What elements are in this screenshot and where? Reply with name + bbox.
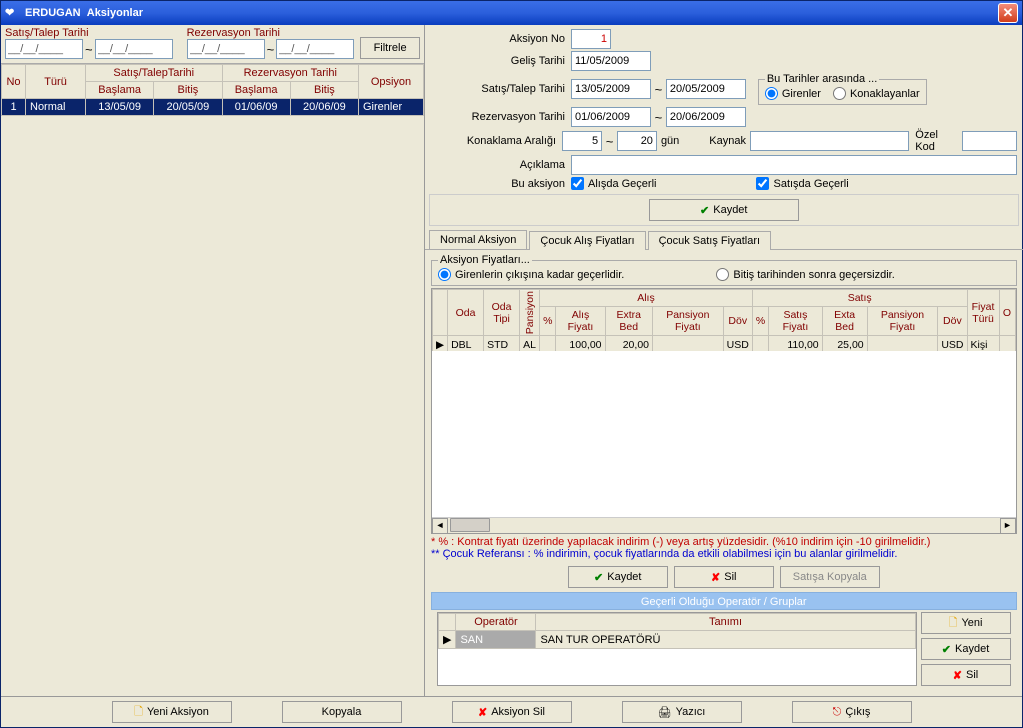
ozelkod-label: Özel Kod bbox=[915, 129, 957, 153]
aksiyon-list-grid[interactable]: No Türü Satış/TalepTarihi Rezervasyon Ta… bbox=[1, 63, 424, 116]
yazici-button[interactable]: 🖨Yazıcı bbox=[622, 701, 742, 723]
printer-icon: 🖨 bbox=[658, 706, 672, 719]
titlebar: ❤ ERDUGAN Aksiyonlar ✕ bbox=[1, 1, 1022, 25]
scroll-right-icon[interactable]: ► bbox=[1000, 518, 1016, 534]
gelis-date-field[interactable] bbox=[571, 51, 651, 71]
ozelkod-field[interactable] bbox=[962, 131, 1017, 151]
aciklama-label: Açıklama bbox=[431, 159, 571, 171]
app-name: ERDUGAN bbox=[25, 7, 81, 19]
tab-normal-aksiyon[interactable]: Normal Aksiyon bbox=[429, 230, 527, 249]
konaklama-max-field[interactable] bbox=[617, 131, 657, 151]
col-rezervtarih: Rezervasyon Tarihi bbox=[222, 65, 359, 82]
horizontal-scrollbar[interactable]: ◄ ► bbox=[432, 517, 1016, 533]
operator-row[interactable]: ▶ SAN SAN TUR OPERATÖRÜ bbox=[439, 631, 916, 649]
girenler-cikis-radio[interactable]: Girenlerin çıkışına kadar geçerlidir. bbox=[438, 268, 624, 281]
tab-cocuk-alis[interactable]: Çocuk Alış Fiyatları bbox=[529, 231, 645, 250]
col-no: No bbox=[2, 65, 26, 99]
scroll-left-icon[interactable]: ◄ bbox=[432, 518, 448, 534]
price-section-legend: Aksiyon Fiyatları... bbox=[438, 254, 532, 266]
rezerv-filter-label: Rezervasyon Tarihi bbox=[187, 27, 355, 39]
x-icon: ✘ bbox=[478, 706, 487, 719]
rezerv-label: Rezervasyon Tarihi bbox=[431, 111, 571, 123]
window-subtitle: Aksiyonlar bbox=[87, 7, 143, 19]
alista-checkbox[interactable]: Alışda Geçerli bbox=[571, 177, 656, 190]
satisa-kopyala-button[interactable]: Satışa Kopyala bbox=[780, 566, 880, 588]
bottom-toolbar: 🗋Yeni Aksiyon Kopyala ✘Aksiyon Sil 🖨Yazı… bbox=[1, 696, 1022, 727]
filtrele-button[interactable]: Filtrele bbox=[360, 37, 420, 59]
x-icon: ✘ bbox=[711, 571, 720, 584]
col-satistarih: Satış/TalepTarihi bbox=[86, 65, 223, 82]
konaklama-label: Konaklama Aralığı bbox=[431, 135, 562, 147]
x-icon: ✘ bbox=[953, 669, 962, 682]
check-icon: ✔ bbox=[942, 643, 951, 656]
yeni-aksiyon-button[interactable]: 🗋Yeni Aksiyon bbox=[112, 701, 232, 723]
aksiyon-sil-button[interactable]: ✘Aksiyon Sil bbox=[452, 701, 572, 723]
col-turu: Türü bbox=[26, 65, 86, 99]
cocuk-note: % indirimin, çocuk fiyatlarında da etkil… bbox=[534, 548, 898, 560]
girenler-radio[interactable]: Girenler bbox=[765, 87, 821, 100]
new-doc-icon: 🗋 bbox=[134, 703, 143, 722]
kaydet-price-button[interactable]: ✔Kaydet bbox=[568, 566, 668, 588]
rezerv-date-from[interactable] bbox=[187, 39, 265, 59]
kaynak-field[interactable] bbox=[750, 131, 909, 151]
aksiyon-no-label: Aksiyon No bbox=[431, 33, 571, 45]
cikis-button[interactable]: ⎋Çıkış bbox=[792, 701, 912, 723]
sil-price-button[interactable]: ✘Sil bbox=[674, 566, 774, 588]
table-row[interactable]: 1 Normal 13/05/09 20/05/09 01/06/09 20/0… bbox=[2, 99, 424, 116]
kaydet-form-button[interactable]: ✔Kaydet bbox=[649, 199, 799, 221]
satis-date-to[interactable] bbox=[95, 39, 173, 59]
price-grid[interactable]: Oda Oda Tipi Pansiyon Alış Satış Fiyat T… bbox=[432, 289, 1016, 351]
konaklama-min-field[interactable] bbox=[562, 131, 602, 151]
operator-grid[interactable]: Operatör Tanımı ▶ SAN SAN TUR OPERATÖRÜ bbox=[438, 613, 916, 649]
buaksiyon-label: Bu aksiyon bbox=[431, 178, 571, 190]
app-icon: ❤ bbox=[5, 6, 19, 20]
kopyala-button[interactable]: Kopyala bbox=[282, 701, 402, 723]
new-doc-icon: 🗋 bbox=[949, 614, 958, 633]
check-icon: ✔ bbox=[594, 571, 603, 584]
sil-operator-button[interactable]: ✘Sil bbox=[921, 664, 1011, 686]
kaydet-operator-button[interactable]: ✔Kaydet bbox=[921, 638, 1011, 660]
satista-checkbox[interactable]: Satışda Geçerli bbox=[756, 177, 848, 190]
kaynak-label: Kaynak bbox=[709, 135, 746, 147]
satis-date2-field[interactable] bbox=[666, 79, 746, 99]
col-opsiyon: Opsiyon bbox=[359, 65, 424, 99]
rezerv-date-to[interactable] bbox=[276, 39, 354, 59]
satis-date-from[interactable] bbox=[5, 39, 83, 59]
tab-cocuk-satis[interactable]: Çocuk Satış Fiyatları bbox=[648, 231, 771, 250]
dates-box-legend: Bu Tarihler arasında ... bbox=[765, 73, 879, 85]
konaklayanlar-radio[interactable]: Konaklayanlar bbox=[833, 87, 920, 100]
bitis-sonra-radio[interactable]: Bitiş tarihinden sonra geçersizdir. bbox=[716, 268, 894, 281]
exit-icon: ⎋ bbox=[833, 706, 842, 719]
percent-note: Kontrat fiyatı üzerinde yapılacak indiri… bbox=[457, 536, 930, 548]
satis-date1-field[interactable] bbox=[571, 79, 651, 99]
satis-filter-label: Satış/Talep Tarihi bbox=[5, 27, 173, 39]
rezerv-date1-field[interactable] bbox=[571, 107, 651, 127]
yeni-operator-button[interactable]: 🗋Yeni bbox=[921, 612, 1011, 634]
close-icon[interactable]: ✕ bbox=[998, 3, 1018, 23]
gelis-label: Geliş Tarihi bbox=[431, 55, 571, 67]
check-icon: ✔ bbox=[700, 204, 709, 217]
aksiyon-no-field[interactable] bbox=[571, 29, 611, 49]
satis-label: Satış/Talep Tarihi bbox=[431, 83, 571, 95]
operator-section-header: Geçerli Olduğu Operatör / Gruplar bbox=[431, 592, 1017, 610]
row-pointer-icon: ▶ bbox=[439, 631, 456, 649]
aciklama-field[interactable] bbox=[571, 155, 1017, 175]
rezerv-date2-field[interactable] bbox=[666, 107, 746, 127]
